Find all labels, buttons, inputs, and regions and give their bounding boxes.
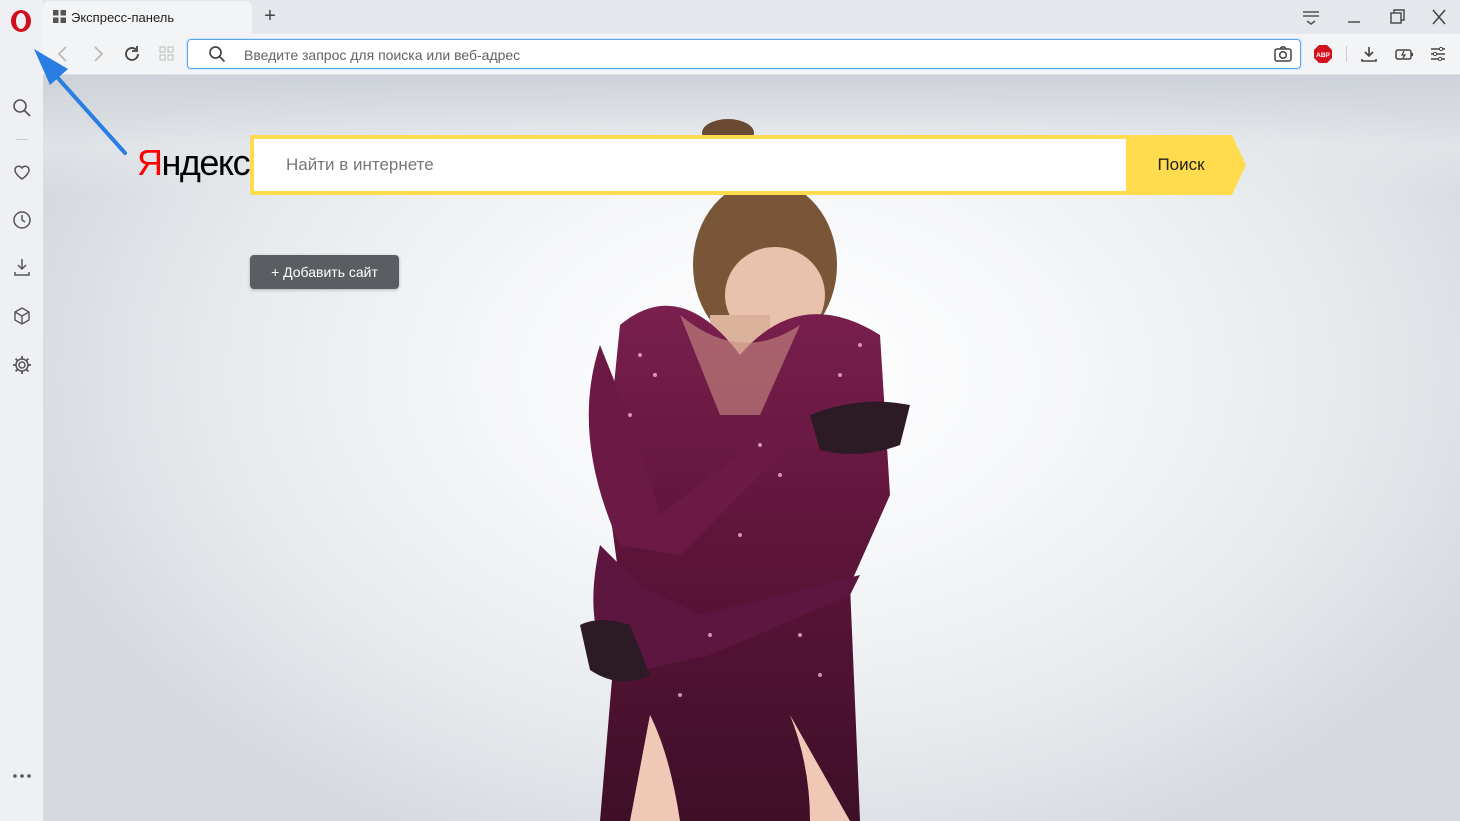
tab-menu-icon[interactable] [1299, 6, 1323, 28]
more-icon[interactable] [11, 768, 33, 784]
grid-icon [53, 10, 66, 23]
settings-icon[interactable] [11, 354, 33, 376]
adblock-icon[interactable]: ABP [1313, 44, 1333, 64]
downloads-icon[interactable] [11, 256, 33, 278]
easy-setup-icon[interactable] [1428, 44, 1448, 64]
tab-title: Экспресс-панель [71, 10, 175, 25]
annotation-arrow [34, 49, 127, 155]
yandex-logo-first-letter: Я [137, 142, 163, 183]
add-site-button[interactable]: + Добавить сайт [250, 255, 399, 289]
adblock-badge: ABP [1316, 52, 1330, 59]
yandex-logo[interactable]: Яндекс [137, 142, 251, 184]
extensions-icon[interactable] [11, 305, 33, 327]
minimize-icon[interactable] [1342, 6, 1366, 28]
restore-icon[interactable] [1385, 6, 1409, 28]
speed-dial-icon[interactable] [157, 44, 177, 64]
close-icon[interactable] [1427, 6, 1451, 28]
toolbar-divider [1346, 46, 1347, 62]
download-icon[interactable] [1359, 44, 1379, 64]
new-tab-button[interactable]: + [260, 6, 280, 26]
search-icon [209, 46, 226, 63]
history-icon[interactable] [11, 209, 33, 231]
yandex-logo-rest: ндекс [161, 142, 251, 183]
background-photo-skater [580, 119, 910, 821]
camera-icon[interactable] [1273, 44, 1293, 64]
address-input[interactable] [244, 46, 1244, 64]
battery-saver-icon[interactable] [1394, 44, 1414, 64]
search-button-label: Поиск [1157, 155, 1205, 174]
heart-icon[interactable] [11, 161, 33, 183]
search-input[interactable] [254, 139, 1126, 191]
